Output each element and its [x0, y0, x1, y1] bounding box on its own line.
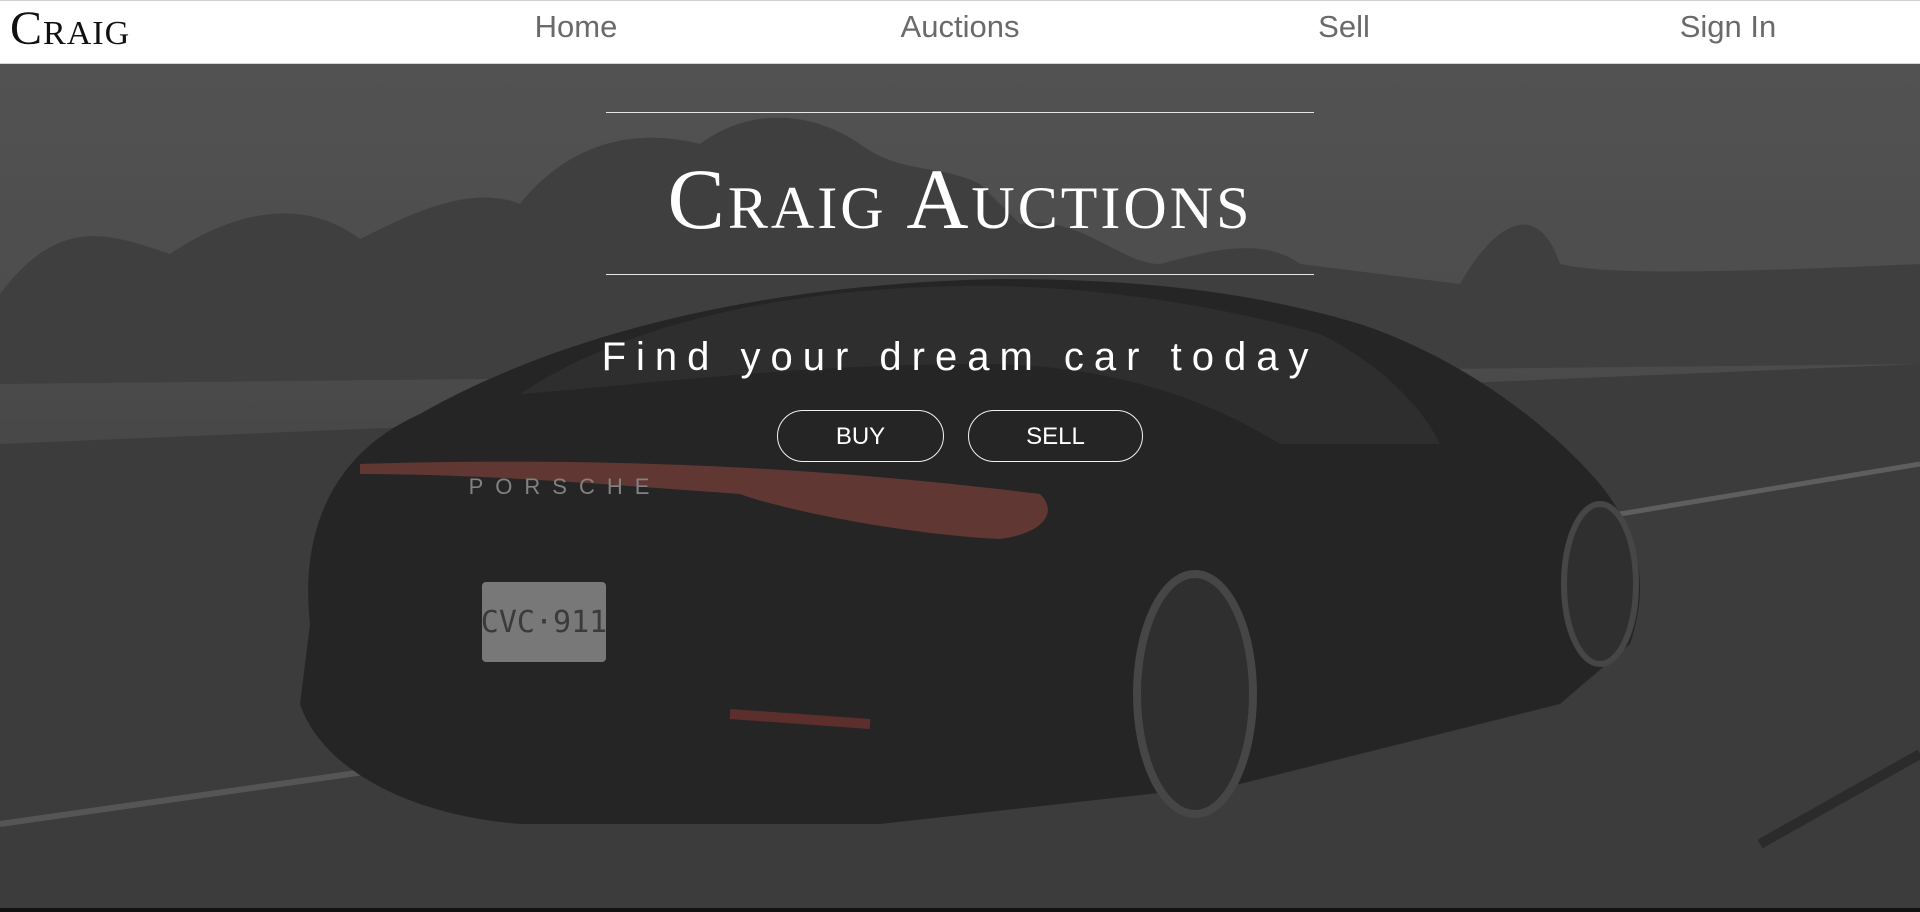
- title-divider-top: [606, 112, 1314, 113]
- nav-sign-in-link[interactable]: Sign In: [1680, 9, 1777, 45]
- page-bottom-edge: [0, 908, 1920, 912]
- sell-button[interactable]: SELL: [968, 410, 1143, 462]
- nav-auctions-link[interactable]: Auctions: [901, 9, 1020, 45]
- nav-home-link[interactable]: Home: [535, 9, 618, 45]
- top-navbar: Craig Home Auctions Sell Sign In: [0, 0, 1920, 64]
- hero-title: Craig Auctions: [667, 151, 1253, 247]
- hero-section: CVC·911 PORSCHE Craig Auctions Find your…: [0, 64, 1920, 912]
- title-divider-bottom: [606, 274, 1314, 275]
- brand-logo[interactable]: Craig: [10, 3, 130, 55]
- buy-button[interactable]: BUY: [777, 410, 944, 462]
- hero-subtitle: Find your dream car today: [601, 335, 1319, 379]
- nav-sell-link[interactable]: Sell: [1318, 9, 1370, 45]
